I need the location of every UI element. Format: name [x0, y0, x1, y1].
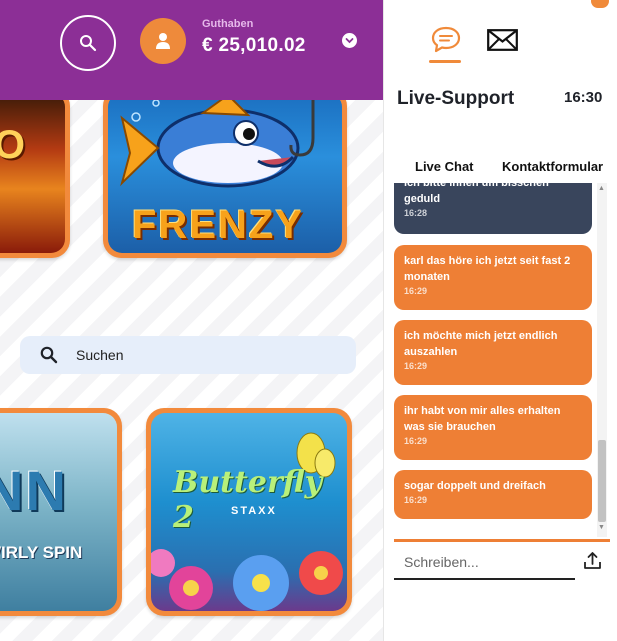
message-text: ich bitte ihnen um bisschen geduld — [404, 183, 549, 205]
message-time: 16:29 — [404, 361, 428, 371]
message-text: ihr habt von mir alles erhalten was sie … — [404, 405, 561, 433]
message-time: 16:29 — [404, 436, 428, 446]
chat-message-user: karl das höre ich jetzt seit fast 2 mona… — [394, 245, 592, 310]
scroll-down-arrow-icon[interactable]: ▼ — [598, 524, 605, 531]
composer-divider — [394, 539, 610, 542]
casino-lobby: RO FRENZY NN WIRLY SPIN — [0, 0, 383, 641]
support-clock: 16:30 — [564, 89, 603, 106]
message-text: sogar doppelt und dreifach — [404, 480, 546, 492]
game-search-input[interactable]: Suchen — [20, 336, 356, 374]
game-title: Butterfly 2 — [173, 465, 323, 535]
page-title: Live-Support — [397, 88, 515, 109]
search-icon — [40, 346, 58, 364]
balance-label: Guthaben — [202, 18, 254, 30]
message-text: karl das höre ich jetzt seit fast 2 mona… — [404, 255, 571, 283]
user-icon — [156, 33, 170, 49]
chat-message-user: sogar doppelt und dreifach 16:29 — [394, 470, 592, 519]
game-title: RO — [0, 123, 25, 167]
chat-bubble-icon[interactable] — [431, 26, 461, 53]
upload-icon[interactable] — [583, 551, 602, 570]
search-placeholder: Suchen — [76, 347, 124, 363]
chat-scrollbar-thumb[interactable] — [598, 440, 606, 522]
search-icon — [80, 35, 97, 52]
game-title: FRENZY — [132, 203, 304, 247]
game-tile-finn-swirly-spin[interactable]: NN WIRLY SPIN — [0, 408, 122, 616]
mail-icon[interactable] — [487, 29, 518, 51]
composer-placeholder: Schreiben... — [404, 554, 479, 570]
game-subtitle: STAXX — [231, 505, 277, 517]
chat-message-user: ich möchte mich jetzt endlich auszahlen … — [394, 320, 592, 385]
chat-message-agent: ich bitte ihnen um bisschen geduld 16:28 — [394, 183, 592, 234]
chat-message-user: ihr habt von mir alles erhalten was sie … — [394, 395, 592, 460]
game-subtitle: WIRLY SPIN — [0, 543, 83, 562]
chevron-down-icon — [345, 38, 354, 44]
game-tile-partial-left[interactable]: RO — [0, 88, 70, 258]
game-tile-butterfly-staxx[interactable]: Butterfly 2 STAXX — [146, 408, 352, 616]
balance-dropdown-button[interactable] — [342, 33, 357, 48]
tab-live-chat[interactable]: Live Chat — [415, 159, 474, 174]
game-title: NN — [0, 459, 68, 522]
balance-value: € 25,010.02 — [202, 35, 306, 56]
chat-message-list[interactable]: ich bitte ihnen um bisschen geduld 16:28… — [383, 183, 617, 537]
game-tile-fishin-frenzy[interactable]: FRENZY — [103, 88, 347, 258]
message-time: 16:28 — [404, 208, 428, 218]
avatar[interactable] — [140, 18, 186, 64]
message-time: 16:29 — [404, 495, 428, 505]
scroll-up-arrow-icon[interactable]: ▲ — [598, 185, 605, 192]
message-time: 16:29 — [404, 286, 428, 296]
search-button[interactable] — [60, 15, 116, 71]
chat-message-input[interactable]: Schreiben... — [394, 548, 575, 580]
message-text: ich möchte mich jetzt endlich auszahlen — [404, 330, 558, 358]
tab-contact-form[interactable]: Kontaktformular — [502, 159, 603, 174]
chat-tab-indicator — [429, 60, 461, 63]
top-header-bar: Guthaben € 25,010.02 — [0, 0, 383, 100]
